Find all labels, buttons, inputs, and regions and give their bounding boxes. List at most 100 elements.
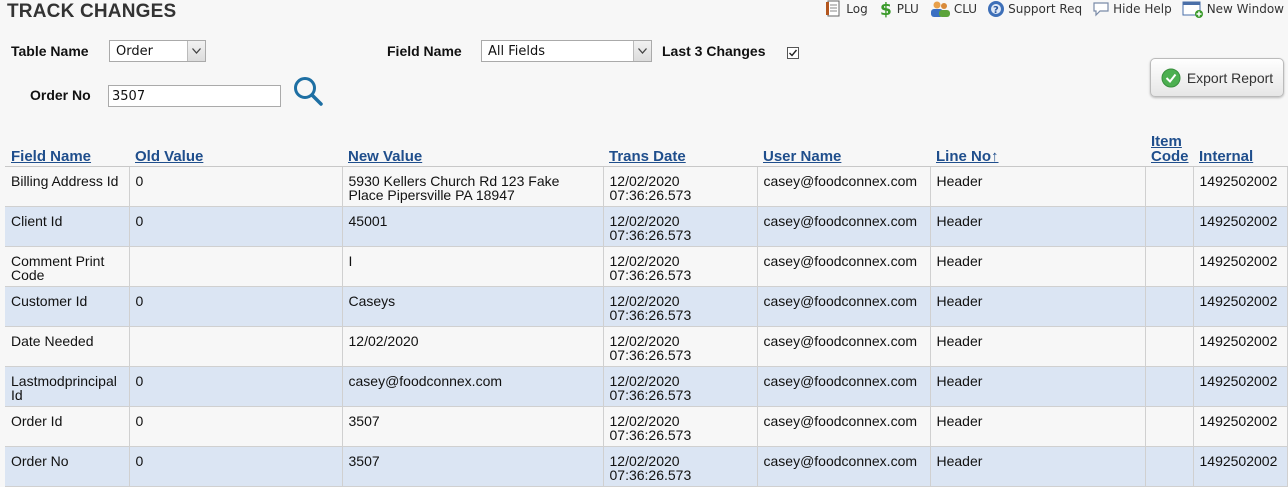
table-row[interactable]: Lastmodprincipal Id 0 casey@foodconnex.com… [5, 366, 1288, 407]
cell-old-value [128, 326, 343, 367]
users-icon [930, 1, 950, 17]
cell-field-name: Billing Address Id [5, 166, 130, 207]
table-row[interactable]: Order Id 0 3507 12/02/2020 07:36:26.573 case… [5, 406, 1288, 447]
log-icon [826, 0, 840, 17]
cell-line-no: Header [929, 166, 1146, 207]
cell-trans-date: 12/02/2020 07:36:26.573 [602, 366, 758, 407]
cell-internal: 1492502002 [1192, 406, 1288, 447]
export-report-label: Export Report [1186, 69, 1274, 86]
column-header-field-name[interactable]: Field Name [5, 131, 129, 167]
cell-old-value: 0 [128, 206, 343, 247]
column-header-old-value[interactable]: Old Value [129, 131, 342, 167]
table-row[interactable]: Billing Address Id 0 5930 Kellers Church R… [5, 166, 1288, 207]
toolbar: Log $ PLU CLU ? Support Req Hide Help Ne… [815, 0, 1284, 18]
svg-text:?: ? [993, 5, 999, 16]
cell-field-name: Comment Print Code [5, 246, 130, 287]
cell-item-code [1144, 446, 1194, 487]
cell-user-name: casey@foodconnex.com [756, 206, 931, 247]
dollar-icon: $ [880, 0, 892, 18]
cell-internal: 1492502002 [1192, 366, 1288, 407]
cell-trans-date: 12/02/2020 07:36:26.573 [602, 286, 758, 327]
toolbar-new-window-label: New Window [1206, 2, 1284, 16]
cell-new-value: 3507 [341, 446, 604, 487]
cell-trans-date: 12/02/2020 07:36:26.573 [602, 246, 758, 287]
column-header-user-name[interactable]: User Name [757, 131, 930, 167]
toolbar-support-label: Support Req [1008, 2, 1083, 16]
search-icon [294, 77, 323, 106]
search-button[interactable] [292, 75, 324, 111]
toolbar-plu-label: PLU [896, 2, 919, 16]
cell-line-no: Header [929, 366, 1146, 407]
cell-user-name: casey@foodconnex.com [756, 326, 931, 367]
cell-trans-date: 12/02/2020 07:36:26.573 [602, 206, 758, 247]
toolbar-plu[interactable]: $ PLU [878, 0, 919, 18]
table-row[interactable]: Client Id 0 45001 12/02/2020 07:36:26.573 ca… [5, 206, 1288, 247]
cell-item-code [1144, 366, 1194, 407]
cell-line-no: Header [929, 246, 1146, 287]
cell-old-value [128, 246, 343, 287]
toolbar-clu[interactable]: CLU [929, 0, 977, 18]
cell-item-code [1144, 166, 1194, 207]
table-name-select[interactable]: Order [109, 40, 206, 62]
column-header-internal[interactable]: Internal [1193, 131, 1287, 167]
column-header-item-code[interactable]: Item Code [1145, 131, 1193, 167]
toolbar-hide-help-label: Hide Help [1113, 2, 1172, 16]
cell-old-value: 0 [128, 366, 343, 407]
cell-field-name: Order Id [5, 406, 130, 447]
toolbar-hide-help[interactable]: Hide Help [1092, 1, 1172, 17]
cell-user-name: casey@foodconnex.com [756, 246, 931, 287]
cell-field-name: Order No [5, 446, 130, 487]
toolbar-new-window[interactable]: New Window [1182, 0, 1284, 18]
cell-item-code [1144, 246, 1194, 287]
cell-new-value: 3507 [341, 406, 604, 447]
column-header-line-no[interactable]: Line No↑ [930, 131, 1145, 167]
cell-line-no: Header [929, 286, 1146, 327]
toolbar-log[interactable]: Log [825, 0, 868, 18]
column-header-trans-date[interactable]: Trans Date [603, 131, 757, 167]
cell-field-name: Customer Id [5, 286, 130, 327]
cell-item-code [1144, 206, 1194, 247]
cell-new-value: Caseys [341, 286, 604, 327]
cell-line-no: Header [929, 326, 1146, 367]
cell-trans-date: 12/02/2020 07:36:26.573 [602, 326, 758, 367]
cell-user-name: casey@foodconnex.com [756, 446, 931, 487]
speech-bubble-icon [1093, 2, 1109, 17]
order-no-input[interactable] [108, 85, 281, 107]
toolbar-support[interactable]: ? Support Req [987, 0, 1082, 18]
toolbar-log-label: Log [846, 2, 868, 16]
toolbar-clu-label: CLU [953, 2, 978, 16]
cell-new-value: 12/02/2020 [341, 326, 604, 367]
cell-internal: 1492502002 [1192, 326, 1288, 367]
export-report-button[interactable]: Export Report [1150, 58, 1284, 97]
cell-field-name: Client Id [5, 206, 130, 247]
table-row[interactable]: Date Needed 12/02/2020 12/02/2020 07:36:26… [5, 326, 1288, 367]
cell-trans-date: 12/02/2020 07:36:26.573 [602, 446, 758, 487]
last3-checkbox[interactable] [787, 47, 799, 59]
checkmark-icon [789, 49, 798, 57]
table-row[interactable]: Order No 0 3507 12/02/2020 07:36:26.573 case… [5, 446, 1288, 487]
column-header-new-value[interactable]: New Value [342, 131, 603, 167]
field-name-value: All Fields [488, 44, 546, 59]
cell-old-value: 0 [128, 286, 343, 327]
cell-internal: 1492502002 [1192, 246, 1288, 287]
cell-line-no: Header [929, 206, 1146, 247]
page-title: TRACK CHANGES [7, 1, 177, 22]
cell-field-name: Lastmodprincipal Id [5, 366, 130, 407]
cell-internal: 1492502002 [1192, 206, 1288, 247]
cell-user-name: casey@foodconnex.com [756, 366, 931, 407]
cell-new-value: 5930 Kellers Church Rd 123 Fake Place Pi… [341, 166, 604, 207]
cell-item-code [1144, 286, 1194, 327]
cell-new-value: I [341, 246, 604, 287]
table-row[interactable]: Customer Id 0 Caseys 12/02/2020 07:36:26.57… [5, 286, 1288, 327]
cell-old-value: 0 [128, 406, 343, 447]
cell-internal: 1492502002 [1192, 446, 1288, 487]
cell-line-no: Header [929, 446, 1146, 487]
cell-new-value: 45001 [341, 206, 604, 247]
cell-old-value: 0 [128, 166, 343, 207]
check-circle-icon [1161, 68, 1181, 87]
order-no-label: Order No [30, 87, 91, 103]
cell-item-code [1144, 326, 1194, 367]
field-name-select[interactable]: All Fields [481, 40, 652, 62]
cell-old-value: 0 [128, 446, 343, 487]
table-row[interactable]: Comment Print Code I 12/02/2020 07:36:26.5… [5, 246, 1288, 287]
